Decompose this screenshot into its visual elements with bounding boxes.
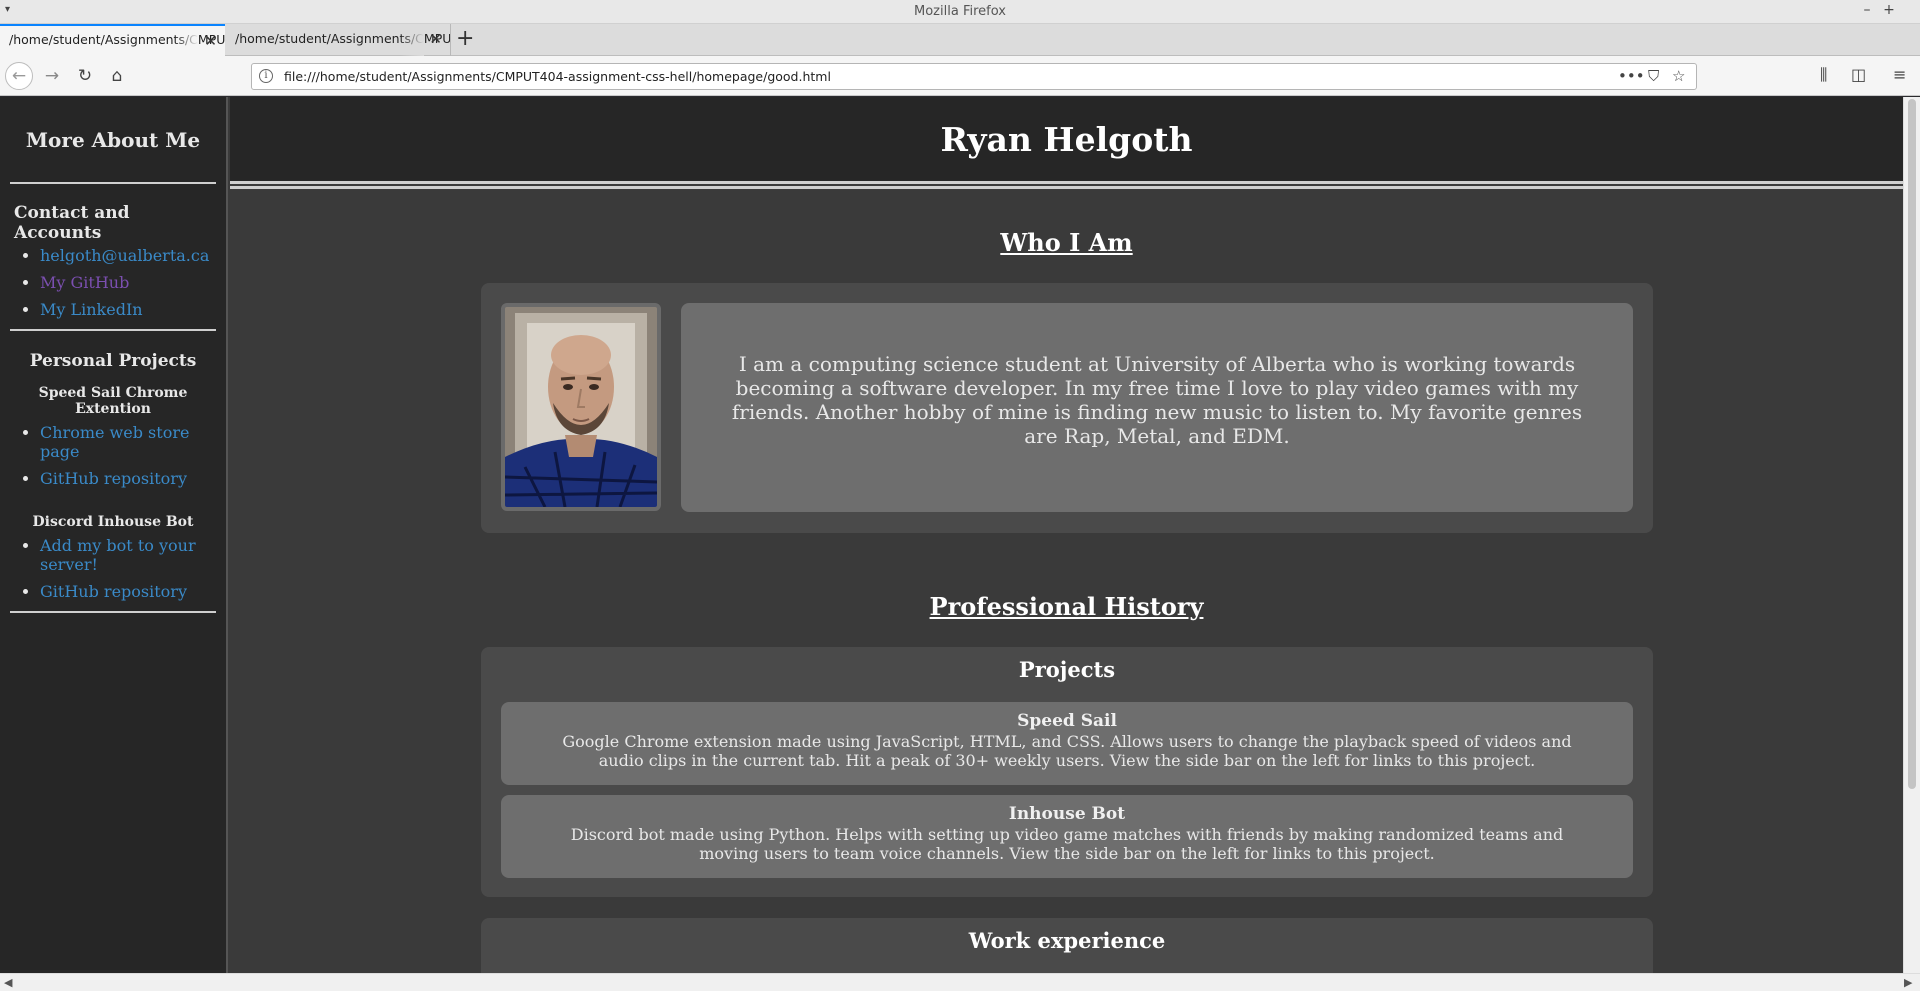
project-title: Speed Sail: [1017, 711, 1117, 731]
github-link[interactable]: My GitHub: [40, 273, 129, 292]
sidebar-toggle-icon[interactable]: ◫: [1851, 65, 1866, 84]
email-link[interactable]: helgoth@ualberta.ca: [40, 246, 209, 265]
new-tab-button[interactable]: +: [456, 27, 474, 51]
profile-photo: [501, 303, 661, 511]
reload-icon[interactable]: ↻: [72, 64, 98, 90]
project-card-inhouse-bot: Inhouse Bot Discord bot made using Pytho…: [501, 795, 1633, 878]
contact-links: helgoth@ualberta.ca My GitHub My LinkedI…: [14, 246, 212, 319]
tab-bar: /home/student/Assignments/CMPUT404-assig…: [0, 24, 1920, 56]
window-title: Mozilla Firefox: [914, 4, 1006, 19]
home-icon[interactable]: ⌂: [104, 64, 130, 90]
project-title: Inhouse Bot: [1008, 804, 1126, 824]
list-item: helgoth@ualberta.ca: [40, 246, 212, 265]
projects-section: Personal Projects Speed Sail Chrome Exte…: [0, 351, 226, 601]
project-description: Discord bot made using Python. Helps wit…: [570, 825, 1564, 863]
list-item: GitHub repository: [40, 469, 212, 488]
window-titlebar: ▾ Mozilla Firefox – +: [0, 0, 1920, 24]
close-tab-icon[interactable]: ✕: [429, 30, 442, 48]
sidebar-title: More About Me: [25, 128, 201, 152]
forward-arrow-icon[interactable]: →: [39, 64, 65, 90]
horizontal-scrollbar[interactable]: ◀ ▶: [0, 973, 1920, 991]
projects-heading: Personal Projects: [29, 351, 197, 371]
page-sidebar: More About Me Contact and Accounts helgo…: [0, 97, 228, 973]
list-item: Add my bot to your server!: [40, 536, 212, 574]
bookmark-star-icon[interactable]: ☆: [1672, 67, 1685, 85]
scroll-right-icon[interactable]: ▶: [1904, 976, 1912, 989]
about-panel: I am a computing science student at Univ…: [481, 283, 1653, 533]
projects-heading: Projects: [1018, 657, 1116, 682]
list-item: Chrome web store page: [40, 423, 212, 461]
scrollbar-thumb[interactable]: [1908, 99, 1916, 789]
chrome-store-link[interactable]: Chrome web store page: [40, 423, 189, 461]
project-card-speed-sail: Speed Sail Google Chrome extension made …: [501, 702, 1633, 785]
add-bot-link[interactable]: Add my bot to your server!: [40, 536, 196, 574]
who-i-am-heading: Who I Am: [1000, 228, 1133, 257]
list-item: GitHub repository: [40, 582, 212, 601]
contact-section: Contact and Accounts helgoth@ualberta.ca…: [0, 203, 226, 319]
list-item: My LinkedIn: [40, 300, 212, 319]
speedsail-github-link[interactable]: GitHub repository: [40, 469, 187, 488]
vertical-scrollbar[interactable]: [1903, 97, 1920, 973]
overflow-menu-icon[interactable]: ≡: [1893, 65, 1906, 84]
pocket-icon[interactable]: ⛉: [1648, 67, 1659, 85]
list-item: My GitHub: [40, 273, 212, 292]
project-description: Google Chrome extension made using JavaS…: [562, 732, 1572, 770]
tab-bad-html[interactable]: /home/student/Assignments/CMPUT404-assig…: [226, 24, 451, 56]
main-content: Ryan Helgoth Who I Am I am a computing s…: [230, 97, 1903, 973]
back-arrow-icon[interactable]: ←: [5, 62, 33, 90]
maximize-icon[interactable]: +: [1880, 2, 1898, 18]
project-group-title: Discord Inhouse Bot: [32, 514, 194, 530]
project-group-title: Speed Sail Chrome Extention: [38, 385, 188, 417]
divider: [10, 611, 216, 613]
library-icon[interactable]: ⫼: [1820, 65, 1827, 85]
site-info-icon[interactable]: i: [259, 69, 273, 83]
portrait-image: [505, 307, 657, 507]
header-rule: [230, 181, 1903, 184]
scroll-left-icon[interactable]: ◀: [4, 976, 12, 989]
professional-history-heading: Professional History: [929, 592, 1204, 621]
url-text[interactable]: file:///home/student/Assignments/CMPUT40…: [284, 69, 831, 84]
work-experience-panel: Work experience: [481, 918, 1653, 973]
page-title: Ryan Helgoth: [940, 120, 1193, 159]
header-rule: [230, 186, 1903, 189]
divider: [10, 329, 216, 331]
project-links: Chrome web store page GitHub repository: [14, 423, 212, 488]
linkedin-link[interactable]: My LinkedIn: [40, 300, 143, 319]
minimize-icon[interactable]: –: [1858, 2, 1876, 18]
inhousebot-github-link[interactable]: GitHub repository: [40, 582, 187, 601]
contact-heading: Contact and Accounts: [14, 203, 130, 243]
navigation-toolbar: ← → ↻ ⌂ i file:///home/student/Assignmen…: [0, 56, 1920, 96]
work-experience-heading: Work experience: [968, 928, 1166, 953]
bio-text: I am a computing science student at Univ…: [681, 303, 1633, 512]
web-page: More About Me Contact and Accounts helgo…: [0, 97, 1903, 973]
url-bar[interactable]: i file:///home/student/Assignments/CMPUT…: [251, 63, 1697, 90]
close-tab-icon[interactable]: ✕: [204, 32, 217, 50]
project-links: Add my bot to your server! GitHub reposi…: [14, 536, 212, 601]
divider: [10, 182, 216, 184]
page-actions-icon[interactable]: •••: [1618, 67, 1645, 85]
tab-good-html[interactable]: /home/student/Assignments/CMPUT404-assig…: [0, 24, 225, 56]
projects-panel: Projects Speed Sail Google Chrome extens…: [481, 647, 1653, 897]
page-header: Ryan Helgoth: [230, 97, 1903, 181]
